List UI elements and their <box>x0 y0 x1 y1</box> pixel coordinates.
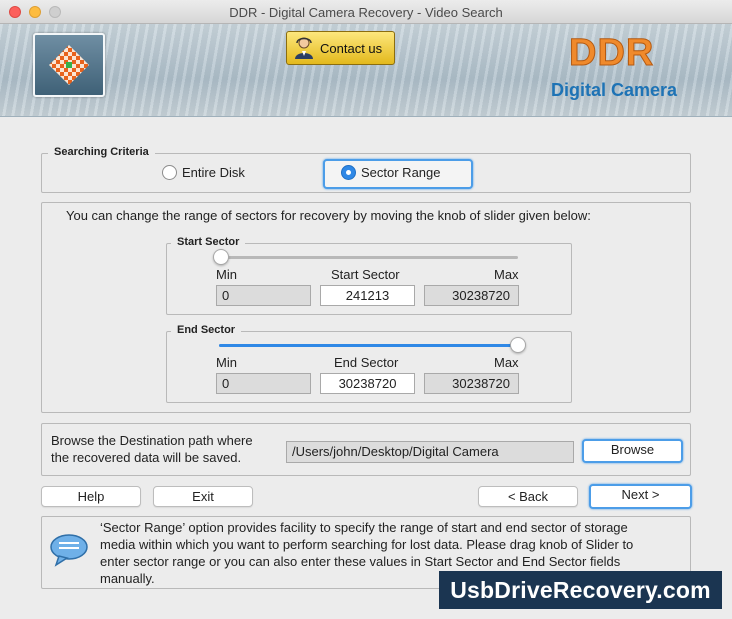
start-sector-slider-track[interactable] <box>219 256 518 259</box>
end-max-label: Max <box>494 355 519 370</box>
brand-subtitle: Digital Camera <box>551 80 678 100</box>
title-bar: DDR - Digital Camera Recovery - Video Se… <box>0 0 732 24</box>
start-max-label: Max <box>494 267 519 282</box>
start-min-field: 0 <box>216 285 311 306</box>
destination-label-line2: the recovered data will be saved. <box>51 450 242 465</box>
range-instruction: You can change the range of sectors for … <box>66 208 591 223</box>
start-min-label: Min <box>216 267 237 282</box>
radio-entire-disk[interactable]: Entire Disk <box>162 165 245 180</box>
radio-sector-range-indicator[interactable] <box>341 165 356 180</box>
info-line-1: ‘Sector Range’ option provides facility … <box>100 520 628 535</box>
header-banner: Contact us DDR Digital Camera <box>0 24 732 117</box>
end-sector-legend: End Sector <box>171 324 242 336</box>
start-sector-input[interactable]: 241213 <box>320 285 415 306</box>
end-min-label: Min <box>216 355 237 370</box>
radio-sector-range[interactable]: Sector Range <box>341 165 441 180</box>
info-speech-bubble-icon <box>50 534 88 567</box>
radio-entire-disk-indicator[interactable] <box>162 165 177 180</box>
browse-button[interactable]: Browse <box>582 439 683 463</box>
help-button[interactable]: Help <box>41 486 141 507</box>
exit-button[interactable]: Exit <box>153 486 253 507</box>
support-person-icon <box>295 37 313 59</box>
back-button[interactable]: < Back <box>478 486 578 507</box>
end-sector-input[interactable]: 30238720 <box>320 373 415 394</box>
app-logo <box>33 33 105 97</box>
start-sector-legend: Start Sector <box>171 236 246 248</box>
destination-path-field[interactable]: /Users/john/Desktop/Digital Camera <box>286 441 574 463</box>
contact-us-button[interactable]: Contact us <box>286 31 395 65</box>
end-sector-slider-fill <box>219 344 518 347</box>
radio-entire-disk-label: Entire Disk <box>182 165 245 180</box>
searching-criteria-legend: Searching Criteria <box>48 146 155 158</box>
destination-label-line1: Browse the Destination path where <box>51 433 253 448</box>
next-button[interactable]: Next > <box>589 484 692 509</box>
window-title: DDR - Digital Camera Recovery - Video Se… <box>229 5 503 20</box>
end-max-field: 30238720 <box>424 373 519 394</box>
info-line-4: manually. <box>100 571 155 586</box>
end-sector-slider-knob[interactable] <box>510 337 526 353</box>
checker-logo-icon <box>49 45 89 85</box>
end-value-label: End Sector <box>334 355 399 370</box>
info-line-2: media within which you want to perform s… <box>100 537 634 552</box>
start-max-field: 30238720 <box>424 285 519 306</box>
radio-sector-range-label: Sector Range <box>361 165 441 180</box>
start-value-label: Start Sector <box>331 267 400 282</box>
end-min-field: 0 <box>216 373 311 394</box>
website-watermark: UsbDriveRecovery.com <box>439 571 722 609</box>
end-sector-slider-track[interactable] <box>219 344 518 347</box>
info-line-3: enter sector range or you can also enter… <box>100 554 621 569</box>
brand-logo-text: DDR <box>568 32 655 75</box>
contact-us-label: Contact us <box>320 40 383 56</box>
